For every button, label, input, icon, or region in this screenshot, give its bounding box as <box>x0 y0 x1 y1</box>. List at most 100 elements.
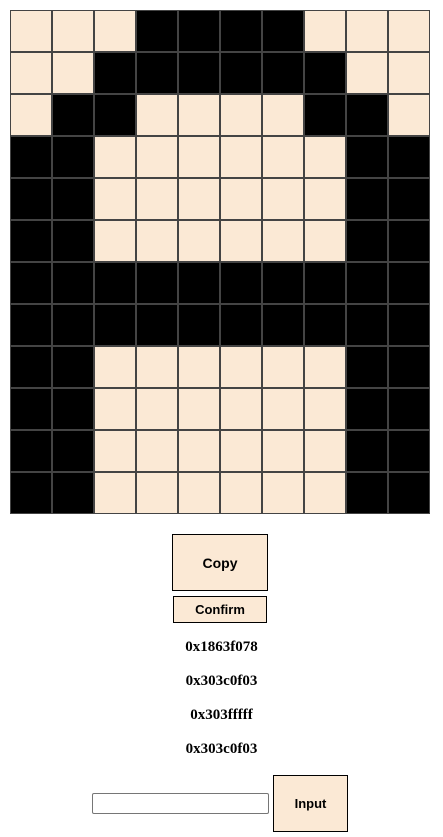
grid-cell-r9-c0[interactable] <box>10 388 52 430</box>
grid-cell-r11-c1[interactable] <box>52 472 94 514</box>
grid-cell-r2-c1[interactable] <box>52 94 94 136</box>
grid-cell-r4-c5[interactable] <box>220 178 262 220</box>
grid-cell-r8-c0[interactable] <box>10 346 52 388</box>
grid-cell-r3-c0[interactable] <box>10 136 52 178</box>
grid-cell-r0-c5[interactable] <box>220 10 262 52</box>
grid-cell-r0-c8[interactable] <box>346 10 388 52</box>
grid-cell-r5-c6[interactable] <box>262 220 304 262</box>
hex-input-field[interactable] <box>92 793 269 814</box>
grid-cell-r0-c0[interactable] <box>10 10 52 52</box>
grid-cell-r3-c8[interactable] <box>346 136 388 178</box>
grid-cell-r6-c4[interactable] <box>178 262 220 304</box>
grid-cell-r3-c1[interactable] <box>52 136 94 178</box>
copy-button[interactable]: Copy <box>172 534 268 591</box>
grid-cell-r11-c4[interactable] <box>178 472 220 514</box>
grid-cell-r1-c7[interactable] <box>304 52 346 94</box>
grid-cell-r7-c3[interactable] <box>136 304 178 346</box>
grid-cell-r9-c5[interactable] <box>220 388 262 430</box>
grid-cell-r1-c8[interactable] <box>346 52 388 94</box>
grid-cell-r7-c0[interactable] <box>10 304 52 346</box>
grid-cell-r1-c3[interactable] <box>136 52 178 94</box>
grid-cell-r3-c7[interactable] <box>304 136 346 178</box>
grid-cell-r3-c5[interactable] <box>220 136 262 178</box>
grid-cell-r0-c3[interactable] <box>136 10 178 52</box>
grid-cell-r4-c0[interactable] <box>10 178 52 220</box>
grid-cell-r8-c3[interactable] <box>136 346 178 388</box>
grid-cell-r9-c9[interactable] <box>388 388 430 430</box>
grid-cell-r2-c5[interactable] <box>220 94 262 136</box>
grid-cell-r8-c2[interactable] <box>94 346 136 388</box>
grid-cell-r8-c1[interactable] <box>52 346 94 388</box>
grid-cell-r2-c3[interactable] <box>136 94 178 136</box>
grid-cell-r6-c9[interactable] <box>388 262 430 304</box>
grid-cell-r10-c8[interactable] <box>346 430 388 472</box>
grid-cell-r6-c5[interactable] <box>220 262 262 304</box>
grid-cell-r8-c6[interactable] <box>262 346 304 388</box>
grid-cell-r2-c8[interactable] <box>346 94 388 136</box>
grid-cell-r4-c6[interactable] <box>262 178 304 220</box>
grid-cell-r9-c6[interactable] <box>262 388 304 430</box>
grid-cell-r5-c9[interactable] <box>388 220 430 262</box>
grid-cell-r6-c2[interactable] <box>94 262 136 304</box>
grid-cell-r10-c1[interactable] <box>52 430 94 472</box>
grid-cell-r2-c9[interactable] <box>388 94 430 136</box>
grid-cell-r2-c7[interactable] <box>304 94 346 136</box>
grid-cell-r7-c6[interactable] <box>262 304 304 346</box>
grid-cell-r8-c7[interactable] <box>304 346 346 388</box>
grid-cell-r5-c1[interactable] <box>52 220 94 262</box>
grid-cell-r2-c2[interactable] <box>94 94 136 136</box>
grid-cell-r8-c5[interactable] <box>220 346 262 388</box>
grid-cell-r4-c7[interactable] <box>304 178 346 220</box>
grid-cell-r4-c2[interactable] <box>94 178 136 220</box>
grid-cell-r11-c0[interactable] <box>10 472 52 514</box>
grid-cell-r5-c4[interactable] <box>178 220 220 262</box>
grid-cell-r5-c0[interactable] <box>10 220 52 262</box>
grid-cell-r7-c1[interactable] <box>52 304 94 346</box>
grid-cell-r2-c0[interactable] <box>10 94 52 136</box>
grid-cell-r1-c4[interactable] <box>178 52 220 94</box>
grid-cell-r6-c0[interactable] <box>10 262 52 304</box>
grid-cell-r5-c2[interactable] <box>94 220 136 262</box>
grid-cell-r2-c4[interactable] <box>178 94 220 136</box>
input-button[interactable]: Input <box>273 775 348 832</box>
grid-cell-r7-c8[interactable] <box>346 304 388 346</box>
grid-cell-r0-c4[interactable] <box>178 10 220 52</box>
grid-cell-r3-c3[interactable] <box>136 136 178 178</box>
grid-cell-r4-c4[interactable] <box>178 178 220 220</box>
grid-cell-r6-c8[interactable] <box>346 262 388 304</box>
grid-cell-r10-c6[interactable] <box>262 430 304 472</box>
grid-cell-r9-c3[interactable] <box>136 388 178 430</box>
grid-cell-r7-c9[interactable] <box>388 304 430 346</box>
grid-cell-r8-c4[interactable] <box>178 346 220 388</box>
grid-cell-r4-c1[interactable] <box>52 178 94 220</box>
grid-cell-r0-c7[interactable] <box>304 10 346 52</box>
grid-cell-r4-c9[interactable] <box>388 178 430 220</box>
grid-cell-r11-c3[interactable] <box>136 472 178 514</box>
grid-cell-r3-c2[interactable] <box>94 136 136 178</box>
grid-cell-r7-c5[interactable] <box>220 304 262 346</box>
grid-cell-r9-c1[interactable] <box>52 388 94 430</box>
grid-cell-r1-c0[interactable] <box>10 52 52 94</box>
grid-cell-r4-c8[interactable] <box>346 178 388 220</box>
grid-cell-r7-c4[interactable] <box>178 304 220 346</box>
grid-cell-r0-c1[interactable] <box>52 10 94 52</box>
grid-cell-r11-c8[interactable] <box>346 472 388 514</box>
grid-cell-r0-c2[interactable] <box>94 10 136 52</box>
grid-cell-r11-c9[interactable] <box>388 472 430 514</box>
grid-cell-r3-c9[interactable] <box>388 136 430 178</box>
grid-cell-r6-c7[interactable] <box>304 262 346 304</box>
grid-cell-r9-c2[interactable] <box>94 388 136 430</box>
grid-cell-r10-c0[interactable] <box>10 430 52 472</box>
grid-cell-r2-c6[interactable] <box>262 94 304 136</box>
grid-cell-r10-c3[interactable] <box>136 430 178 472</box>
grid-cell-r7-c2[interactable] <box>94 304 136 346</box>
grid-cell-r11-c5[interactable] <box>220 472 262 514</box>
grid-cell-r1-c1[interactable] <box>52 52 94 94</box>
grid-cell-r1-c2[interactable] <box>94 52 136 94</box>
grid-cell-r10-c2[interactable] <box>94 430 136 472</box>
grid-cell-r5-c3[interactable] <box>136 220 178 262</box>
grid-cell-r11-c6[interactable] <box>262 472 304 514</box>
grid-cell-r0-c9[interactable] <box>388 10 430 52</box>
grid-cell-r9-c8[interactable] <box>346 388 388 430</box>
grid-cell-r5-c5[interactable] <box>220 220 262 262</box>
